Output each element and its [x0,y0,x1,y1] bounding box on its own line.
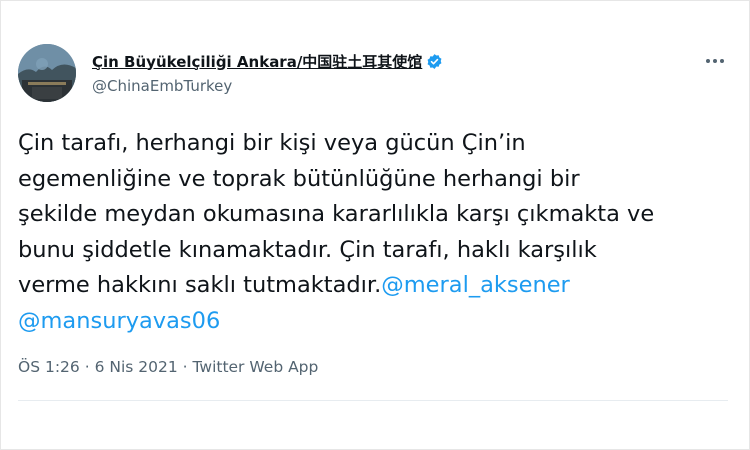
mention-link[interactable]: @mansuryavas06 [18,308,220,334]
avatar-image [18,44,76,102]
more-dot [720,59,724,63]
tweet-text-line: bunu şiddetle kınamaktadır. Çin tarafı, … [18,236,597,263]
tweet-text-line-with-mention: verme hakkını saklı tutmaktadır.@meral_a… [18,268,718,304]
display-name[interactable]: Çin Büyükelçiliği Ankara/中国驻土耳其使馆 [92,51,422,72]
tweet-date[interactable]: 6 Nis 2021 [95,358,178,376]
tweet-text-line: verme hakkını saklı tutmaktadır. [18,272,382,298]
meta-separator: · [177,358,193,376]
tweet-time[interactable]: ÖS 1:26 [18,358,80,376]
mention-link[interactable]: @meral_aksener [381,272,570,298]
tweet-text-line: egemenliğine ve toprak bütünlüğüne herha… [18,165,580,192]
tweet-text-line: şekilde meydan okumasına kararlılıkla ka… [18,201,655,227]
more-dot [706,59,710,63]
tweet-author: Çin Büyükelçiliği Ankara/中国驻土耳其使馆 @China… [92,50,652,97]
handle[interactable]: @ChinaEmbTurkey [92,77,652,97]
tweet-text-line: Çin tarafı, herhangi bir kişi veya gücün… [18,130,526,156]
tweet-source[interactable]: Twitter Web App [192,358,318,376]
avatar[interactable] [18,44,76,102]
more-dot [713,59,717,63]
meta-separator: · [79,358,95,376]
verified-badge-icon [427,53,442,69]
tweet-meta: ÖS 1:26 · 6 Nis 2021 · Twitter Web App [18,358,318,376]
tweet-text-line-with-mention: @mansuryavas06 [18,304,718,340]
tweet-text: Çin tarafı, herhangi bir kişi veya gücün… [18,126,718,339]
divider [18,400,728,401]
display-name-row: Çin Büyükelçiliği Ankara/中国驻土耳其使馆 [92,50,652,72]
more-horizontal-icon[interactable] [702,52,728,70]
